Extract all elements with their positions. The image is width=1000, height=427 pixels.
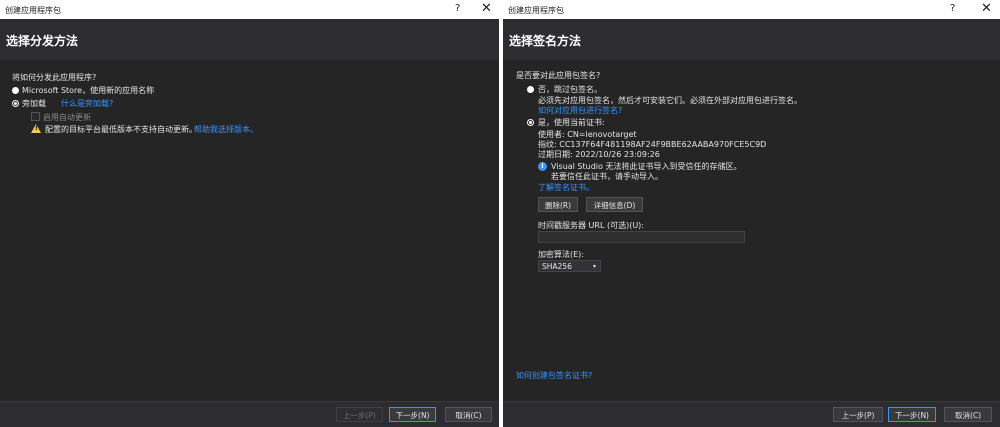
- right-titlebar: 创建应用程序包 ? ✕: [503, 0, 1000, 19]
- cert-expiration: 过期日期: 2022/10/26 23:09:26: [538, 150, 660, 159]
- right-footer: 上一步(P) 下一步(N) 取消(C): [503, 401, 1000, 427]
- learn-signing-cert-link[interactable]: 了解签名证书。: [538, 182, 594, 193]
- algorithm-label: 加密算法(E):: [538, 250, 584, 259]
- right-help-button[interactable]: ?: [950, 3, 955, 14]
- cert-details-button[interactable]: 详细信息(D): [586, 197, 643, 212]
- left-footer: 上一步(P) 下一步(N) 取消(C): [0, 401, 499, 427]
- left-dialog: 创建应用程序包 ? ✕ 选择分发方法 将如何分发此应用程序? Microsoft…: [0, 0, 499, 427]
- left-prev-button[interactable]: 上一步(P): [336, 407, 383, 422]
- radio-use-current-cert[interactable]: [527, 119, 534, 126]
- left-question: 将如何分发此应用程序?: [12, 73, 97, 82]
- left-next-button[interactable]: 下一步(N): [389, 407, 436, 422]
- radio-microsoft-store-label[interactable]: Microsoft Store，使用新的应用名称: [22, 85, 154, 96]
- radio-sideload[interactable]: [12, 100, 19, 107]
- how-to-create-cert-link[interactable]: 如何创建包签名证书?: [516, 370, 592, 381]
- sign-question: 是否要对此应用包签名?: [516, 71, 601, 80]
- info-icon: i: [538, 162, 547, 171]
- right-dialog: 创建应用程序包 ? ✕ 选择签名方法 是否要对此应用包签名? 否，跳过包签名。 …: [503, 0, 1000, 427]
- radio-microsoft-store[interactable]: [12, 87, 19, 94]
- left-header: 选择分发方法: [0, 19, 499, 60]
- what-is-sideload-link[interactable]: 什么是旁加载?: [61, 98, 113, 109]
- algorithm-select[interactable]: SHA256 ▾: [538, 260, 601, 272]
- timestamp-url-label: 时间戳服务器 URL (可选)(U):: [538, 221, 644, 230]
- left-page-title: 选择分发方法: [6, 34, 79, 48]
- left-window-title: 创建应用程序包: [5, 6, 61, 15]
- right-prev-button[interactable]: 上一步(P): [833, 407, 883, 422]
- right-window-title: 创建应用程序包: [508, 6, 564, 15]
- auto-update-checkbox[interactable]: [31, 112, 40, 121]
- info-text-line2: 若要信任此证书，请手动导入。: [551, 172, 663, 181]
- use-current-cert-label[interactable]: 是，使用当前证书:: [538, 117, 605, 128]
- chevron-down-icon: ▾: [592, 263, 596, 270]
- delete-cert-button[interactable]: 删除(R): [538, 197, 578, 212]
- left-body: 将如何分发此应用程序? Microsoft Store，使用新的应用名称 旁加载…: [0, 60, 499, 427]
- skip-signing-label[interactable]: 否，跳过包签名。: [538, 84, 602, 95]
- timestamp-url-input[interactable]: [538, 231, 745, 243]
- right-cancel-button[interactable]: 取消(C): [944, 407, 992, 422]
- left-cancel-button[interactable]: 取消(C): [445, 407, 492, 422]
- auto-update-label: 启用自动更新: [43, 113, 91, 122]
- how-to-sign-link[interactable]: 如何对应用包进行签名?: [538, 105, 622, 116]
- left-close-button[interactable]: ✕: [481, 1, 492, 16]
- algorithm-select-value: SHA256: [542, 262, 572, 271]
- radio-sideload-label[interactable]: 旁加载: [22, 98, 46, 109]
- right-close-button[interactable]: ✕: [981, 1, 992, 16]
- right-next-button[interactable]: 下一步(N): [888, 407, 936, 422]
- right-body: 是否要对此应用包签名? 否，跳过包签名。 必须先对应用包签名，然后才可安装它们。…: [503, 60, 1000, 427]
- warning-text: 配置的目标平台最低版本不支持自动更新。: [45, 125, 197, 134]
- left-titlebar: 创建应用程序包 ? ✕: [0, 0, 499, 19]
- warning-icon: !: [31, 124, 41, 133]
- left-help-button[interactable]: ?: [455, 3, 460, 14]
- right-page-title: 选择签名方法: [509, 34, 582, 48]
- right-header: 选择签名方法: [503, 19, 1000, 60]
- help-choose-version-link[interactable]: 帮助我选择版本。: [194, 124, 258, 135]
- radio-skip-signing[interactable]: [527, 86, 534, 93]
